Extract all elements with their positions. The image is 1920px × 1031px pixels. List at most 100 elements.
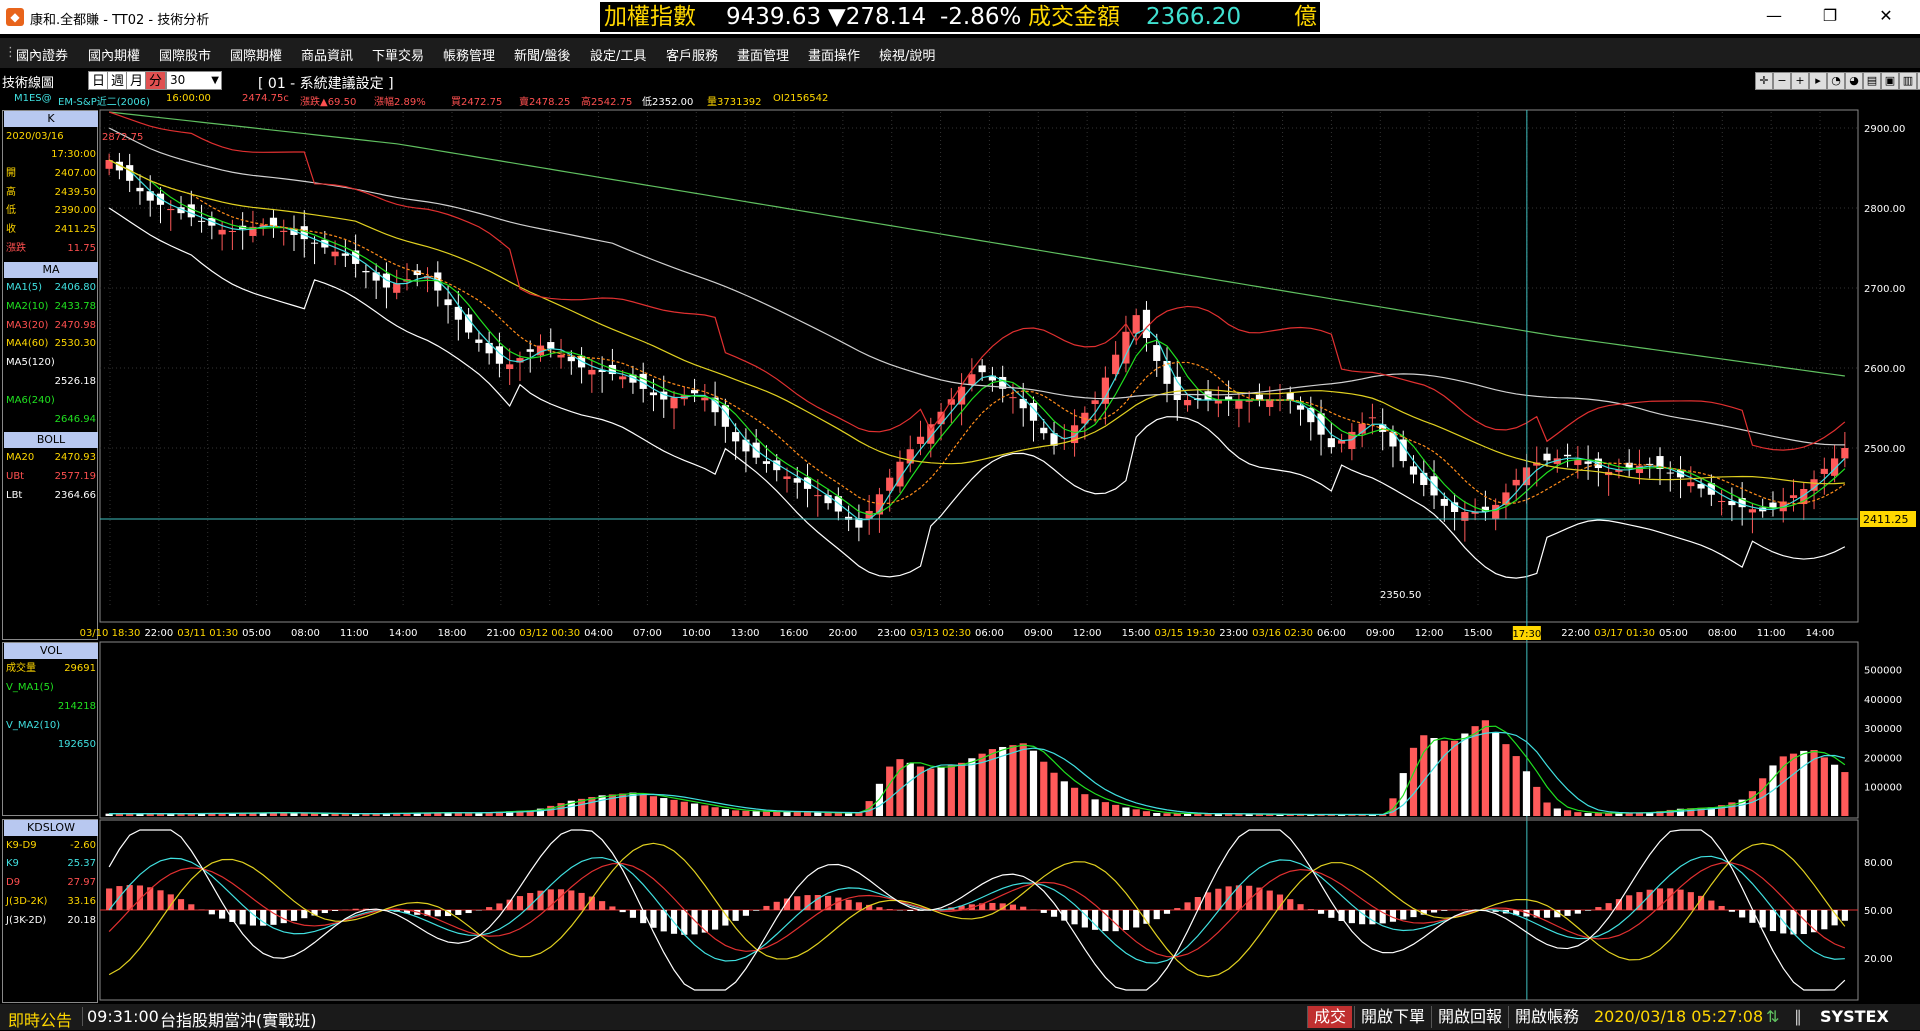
- kd-diff-bar: [1606, 903, 1612, 910]
- charts-area[interactable]: 2900.002800.002700.002600.002500.0003/10…: [0, 0, 1920, 1004]
- volume-bar: [701, 805, 708, 816]
- volume-bar: [1492, 732, 1499, 816]
- volume-chart[interactable]: 500000400000300000200000100000: [100, 642, 1902, 818]
- kd-diff-bar: [1123, 910, 1129, 930]
- kd-diff-bar: [1575, 910, 1581, 914]
- kd-diff-bar: [1595, 907, 1601, 910]
- kd-diff-bar: [1626, 895, 1632, 910]
- candle-body: [1235, 400, 1242, 409]
- kd-diff-bar: [1585, 910, 1591, 911]
- kd-diff-bar: [1297, 904, 1303, 910]
- candle-body: [1543, 454, 1550, 461]
- volume-bar: [1430, 738, 1437, 816]
- price-chart[interactable]: 2900.002800.002700.002600.002500.0003/10…: [80, 110, 1916, 1000]
- kd-diff-bar: [876, 907, 882, 910]
- kd-diff-bar: [753, 910, 759, 911]
- kd-diff-bar: [887, 909, 893, 910]
- volume-bar: [783, 812, 790, 816]
- volume-bar: [465, 813, 472, 816]
- volume-bar: [773, 812, 780, 816]
- x-tick-label: 15:00: [1122, 628, 1151, 639]
- kd-diff-bar: [1195, 897, 1201, 910]
- kd-diff-bar: [907, 910, 913, 911]
- candle-body: [1420, 473, 1427, 485]
- volume-bar: [1102, 802, 1109, 816]
- x-tick-label: 13:00: [731, 628, 760, 639]
- open-account-button[interactable]: 開啟帳務: [1508, 1006, 1585, 1028]
- candle-body: [968, 374, 975, 385]
- x-tick-label: 15:00: [1464, 628, 1493, 639]
- kd-diff-bar: [240, 910, 246, 924]
- kd-diff-bar: [794, 896, 800, 910]
- candle-body: [1369, 417, 1376, 418]
- kd-diff-bar: [435, 910, 441, 916]
- kd-diff-bar: [127, 885, 133, 910]
- kd-diff-bar: [1431, 910, 1437, 913]
- ma6-line: [109, 112, 1845, 376]
- kd-diff-bar: [599, 901, 605, 910]
- kd-diff-bar: [1277, 895, 1283, 910]
- kd-diff-bar: [1030, 909, 1036, 910]
- y-tick-label: 2500.00: [1864, 444, 1905, 455]
- candle-body: [1092, 400, 1099, 404]
- candle-body: [1287, 393, 1294, 400]
- candle-body: [1133, 315, 1140, 333]
- volume-bar: [1564, 810, 1571, 816]
- x-tick-label: 14:00: [1806, 628, 1835, 639]
- open-order-button[interactable]: 開啟下單: [1354, 1006, 1431, 1028]
- volume-bar: [1513, 756, 1520, 816]
- vma2-line: [109, 732, 1845, 814]
- volume-bar: [1389, 798, 1396, 816]
- x-tick-label: 03/16 02:30: [1252, 628, 1313, 639]
- candle-body: [167, 209, 174, 210]
- candle-body: [475, 340, 482, 343]
- x-tick-label: 23:00: [877, 628, 906, 639]
- trade-button[interactable]: 成交: [1307, 1006, 1352, 1028]
- x-tick-label: 21:00: [486, 628, 515, 639]
- kd-chart[interactable]: 80.0050.0020.00: [100, 820, 1893, 1000]
- volume-bar: [968, 758, 975, 816]
- kd-diff-bar: [1154, 910, 1160, 919]
- x-tick-label: 08:00: [1708, 628, 1737, 639]
- candle-body: [1749, 509, 1756, 512]
- announce-label[interactable]: 即時公告: [8, 1007, 72, 1031]
- x-tick-label: 06:00: [975, 628, 1004, 639]
- kd-diff-bar: [1749, 910, 1755, 923]
- kd-diff-bar: [1462, 909, 1468, 910]
- candle-body: [886, 478, 893, 491]
- candle-body: [465, 314, 472, 332]
- kd-diff-bar: [1267, 891, 1273, 910]
- volume-bar: [1831, 765, 1838, 816]
- volume-bar: [927, 769, 934, 816]
- y-tick-label: 500000: [1864, 666, 1902, 677]
- kd-diff-bar: [332, 910, 338, 911]
- candle-body: [814, 495, 821, 496]
- kd-diff-bar: [466, 910, 472, 913]
- x-tick-label: 09:00: [1024, 628, 1053, 639]
- candle-body: [136, 188, 143, 191]
- volume-bar: [1574, 812, 1581, 816]
- kd-diff-bar: [198, 909, 204, 910]
- candle-body: [506, 364, 513, 369]
- x-tick-label: 03/13 02:30: [910, 628, 971, 639]
- ma3-line: [109, 160, 1845, 504]
- high-label: 2872.75: [102, 132, 143, 143]
- volume-bar: [824, 813, 831, 816]
- candle-body: [198, 221, 205, 222]
- volume-bar: [1040, 762, 1047, 816]
- volume-bar: [1585, 813, 1592, 816]
- kd-diff-bar: [1010, 905, 1016, 910]
- candle-body: [1564, 455, 1571, 456]
- x-tick-label: 03/11 01:30: [177, 628, 238, 639]
- volume-bar: [1800, 751, 1807, 816]
- kd-diff-bar: [517, 896, 523, 910]
- x-tick-label: 23:00: [1219, 628, 1248, 639]
- announce-message[interactable]: 台指股期當沖(實戰班): [160, 1007, 317, 1031]
- x-tick-label: 03/15 19:30: [1154, 628, 1215, 639]
- candle-body: [342, 253, 349, 255]
- volume-bar: [742, 811, 749, 816]
- kd-diff-bar: [157, 890, 163, 910]
- candle-body: [362, 271, 369, 272]
- kd-diff-bar: [1287, 899, 1293, 910]
- open-report-button[interactable]: 開啟回報: [1431, 1006, 1508, 1028]
